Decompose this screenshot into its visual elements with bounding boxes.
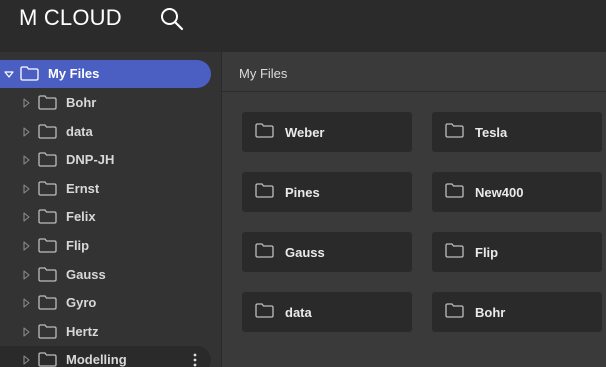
- folder-icon: [445, 183, 464, 198]
- folder-card-flip[interactable]: Flip: [432, 232, 602, 272]
- tree-item-felix[interactable]: Felix: [0, 203, 211, 231]
- tree-item-label: My Files: [48, 66, 100, 81]
- tree-item-label: Felix: [66, 209, 96, 225]
- tree-item-label: DNP-JH: [66, 152, 115, 168]
- tree-item-label: Flip: [66, 238, 90, 253]
- tree-item-label: Bohr: [66, 95, 97, 110]
- tree-item-my-files[interactable]: My Files: [0, 60, 211, 88]
- folder-card-label: Gauss: [285, 245, 325, 260]
- tree-item-label: Ernst: [66, 180, 100, 196]
- tree-item-label: data: [66, 123, 93, 139]
- folder-icon: [255, 123, 274, 138]
- caret-right-icon[interactable]: [21, 184, 31, 194]
- tree-item-bohr[interactable]: Bohr: [0, 89, 211, 117]
- folder-icon: [38, 181, 57, 196]
- caret-right-icon[interactable]: [21, 298, 31, 308]
- folder-icon: [38, 152, 57, 167]
- folder-icon: [20, 66, 39, 81]
- folder-icon: [38, 324, 57, 339]
- folder-card-label: New400: [475, 185, 524, 200]
- caret-right-icon[interactable]: [21, 98, 31, 108]
- folder-icon: [38, 95, 57, 110]
- folder-icon: [38, 209, 57, 225]
- tree-item-ernst[interactable]: Ernst: [0, 175, 211, 203]
- folder-tree: My Files Bohr data DNP-JH Ernst Felix Fl…: [0, 52, 222, 367]
- page-title: My Files: [239, 66, 288, 81]
- caret-right-icon[interactable]: [21, 155, 31, 165]
- tree-item-gyro[interactable]: Gyro: [0, 289, 211, 317]
- folder-card-bohr[interactable]: Bohr: [432, 292, 602, 332]
- tree-item-flip[interactable]: Flip: [0, 232, 211, 260]
- folder-icon: [255, 183, 274, 198]
- search-icon: [161, 8, 184, 31]
- folder-card-label: Pines: [285, 185, 320, 200]
- folder-card-label: Bohr: [475, 305, 506, 320]
- folder-icon: [38, 266, 57, 282]
- folder-icon: [38, 123, 57, 139]
- folder-icon: [38, 295, 57, 310]
- caret-right-icon[interactable]: [21, 270, 31, 280]
- caret-right-icon[interactable]: [21, 355, 31, 365]
- folder-card-label: Tesla: [475, 125, 508, 140]
- caret-right-icon[interactable]: [21, 241, 31, 251]
- folder-card-label: Weber: [285, 125, 325, 140]
- folder-icon: [445, 243, 464, 258]
- folder-card-gauss[interactable]: Gauss: [242, 232, 412, 272]
- folder-icon: [255, 303, 274, 318]
- main-panel: My Files Weber Tesla Pines New400 Gauss …: [222, 52, 606, 367]
- tree-item-label: Modelling: [66, 352, 127, 367]
- folder-card-label: Flip: [475, 245, 499, 260]
- breadcrumb: My Files: [222, 52, 606, 92]
- tree-item-gauss[interactable]: Gauss: [0, 261, 211, 289]
- folder-card-weber[interactable]: Weber: [242, 112, 412, 152]
- folder-card-data[interactable]: data: [242, 292, 412, 332]
- folder-icon: [445, 123, 464, 138]
- folder-icon: [255, 243, 274, 258]
- caret-right-icon[interactable]: [21, 327, 31, 337]
- caret-down-icon[interactable]: [4, 69, 14, 79]
- tree-item-label: Gyro: [66, 295, 97, 311]
- folder-icon: [38, 352, 57, 367]
- folder-icon: [445, 303, 464, 318]
- more-vert-icon[interactable]: [192, 352, 198, 367]
- app-title: M CLOUD: [19, 5, 122, 30]
- folder-icon: [38, 238, 57, 253]
- folder-card-tesla[interactable]: Tesla: [432, 112, 602, 152]
- tree-item-label: Gauss: [66, 266, 106, 282]
- top-bar: M CLOUD: [0, 0, 606, 52]
- search-button[interactable]: [159, 6, 185, 32]
- tree-item-hertz[interactable]: Hertz: [0, 318, 211, 346]
- caret-right-icon[interactable]: [21, 212, 31, 222]
- tree-item-data[interactable]: data: [0, 118, 211, 146]
- caret-right-icon[interactable]: [21, 127, 31, 137]
- tree-item-label: Hertz: [66, 323, 99, 339]
- tree-item-dnp-jh[interactable]: DNP-JH: [0, 146, 211, 174]
- folder-card-new400[interactable]: New400: [432, 172, 602, 212]
- folder-card-pines[interactable]: Pines: [242, 172, 412, 212]
- folder-card-label: data: [285, 305, 312, 320]
- tree-item-modelling[interactable]: Modelling: [0, 346, 211, 367]
